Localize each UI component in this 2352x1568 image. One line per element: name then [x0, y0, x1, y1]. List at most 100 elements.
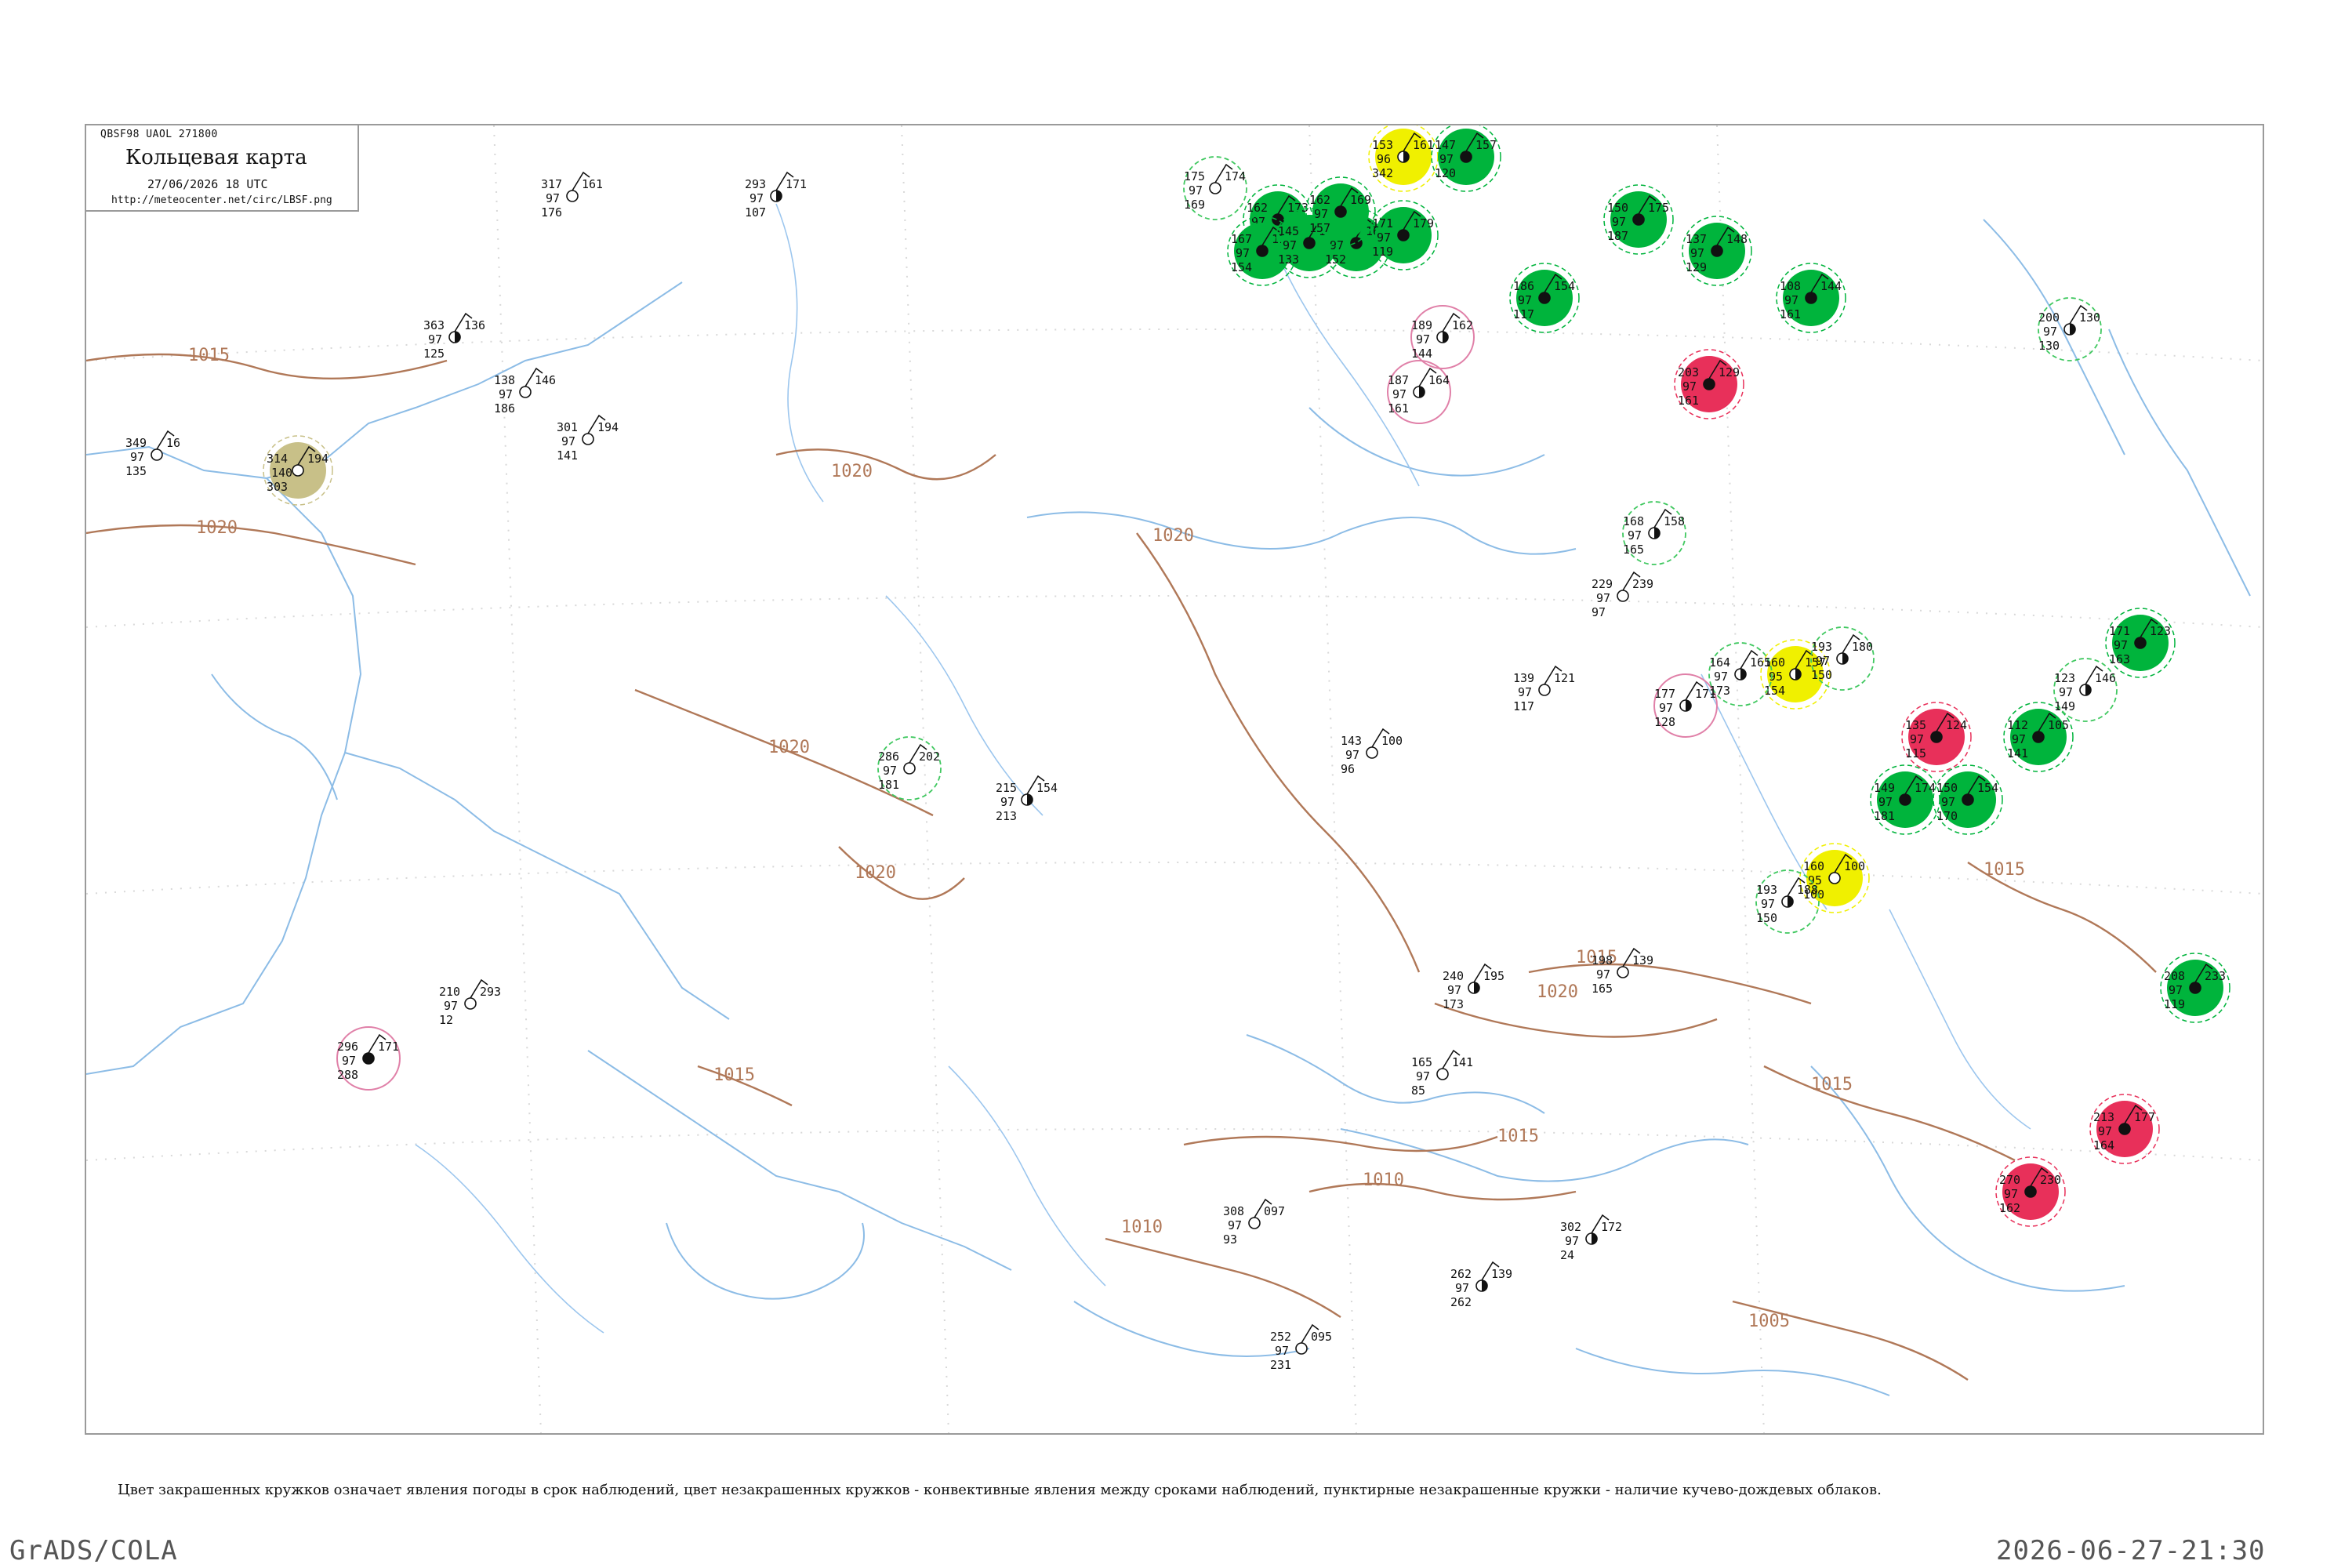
station-temperature: 162 [1309, 193, 1330, 207]
station-plot: 20897119 233 [2160, 953, 2230, 1023]
station-dewpoint: 97 [546, 191, 560, 205]
station-dewpoint: 97 [2169, 983, 2183, 997]
station-pressure: 176 [541, 205, 562, 220]
station-temperature: 175 [1184, 169, 1205, 183]
station-plot: 20097130130 [2038, 297, 2102, 361]
map-canvas: 1015 1020 1020 1020 1020 1020 1015 1015 1010 1015… [86, 125, 2263, 1433]
station-plot: 19397150 180 [1810, 626, 1875, 691]
station-pressure: 150 [1756, 911, 1777, 925]
station-plot: 3029724 172 [1560, 1214, 1622, 1262]
station-plot: 28697181 202 [877, 736, 942, 800]
isobar: 1010 [1308, 1171, 1577, 1201]
station-pressure: 288 [337, 1068, 358, 1082]
footer-grads-label: GrADS/COLA [9, 1535, 178, 1566]
cloud-cover-icon [1711, 245, 1723, 257]
station-temperature: 112 [2007, 718, 2028, 732]
station-temperature: 150 [1936, 781, 1958, 795]
cloud-cover-icon [2024, 1185, 2037, 1198]
cloud-cover-icon [151, 448, 163, 461]
station-dewpoint: 97 [1596, 967, 1610, 982]
station-temperature: 363 [423, 318, 445, 332]
station-pressure: 161 [1678, 394, 1699, 408]
station-dewpoint: 97 [2059, 685, 2073, 699]
station-tendency: 188 [1797, 883, 1818, 897]
isobar-label: 1020 [1152, 526, 1194, 546]
station-pressure: 128 [1654, 715, 1675, 729]
synoptic-map: 1015 1020 1020 1020 1020 1020 1015 1015 1010 1015… [85, 124, 2264, 1435]
isobar-label: 1010 [1121, 1218, 1163, 1237]
station-temperature: 189 [1411, 318, 1432, 332]
station-plot: 24097173 195 [1443, 963, 1504, 1011]
station-pressure: 181 [878, 778, 899, 792]
station-pressure: 169 [1184, 198, 1205, 212]
station-plot: 13597115 124 [1901, 702, 1972, 772]
station-temperature: 215 [996, 781, 1017, 795]
station-plot: 15396342 161 [1368, 125, 1439, 192]
station-pressure: 141 [557, 448, 578, 463]
station-dewpoint: 97 [1628, 528, 1642, 543]
cloud-cover-icon [582, 433, 594, 445]
cloud-cover-icon [1617, 966, 1629, 978]
cloud-cover-icon [1962, 793, 1974, 806]
station-temperature: 193 [1756, 883, 1777, 897]
station-tendency: 154 [1977, 781, 1998, 795]
cloud-cover-icon [1828, 872, 1841, 884]
station-dewpoint: 97 [1439, 152, 1454, 166]
station-dewpoint: 97 [1189, 183, 1203, 198]
station-dewpoint: 97 [444, 999, 458, 1013]
isobar: 1005 [1732, 1300, 1969, 1381]
station-pressure: 117 [1513, 307, 1534, 321]
station-temperature: 160 [1803, 859, 1824, 873]
station-temperature: 143 [1341, 734, 1362, 748]
station-temperature: 314 [267, 452, 288, 466]
station-temperature: 302 [1560, 1220, 1581, 1234]
station-tendency: 095 [1311, 1330, 1332, 1344]
station-dewpoint: 97 [1283, 238, 1297, 252]
station-dewpoint: 97 [1690, 246, 1704, 260]
station-dewpoint: 97 [1392, 387, 1406, 401]
station-temperature: 293 [745, 177, 766, 191]
station-dewpoint: 97 [2043, 325, 2057, 339]
isobar: 1015 [1967, 860, 2157, 973]
cloud-cover-icon [1256, 245, 1269, 257]
station-tendency: 139 [1491, 1267, 1512, 1281]
station-tendency: 136 [464, 318, 485, 332]
station-temperature: 147 [1435, 138, 1456, 152]
station-dewpoint: 97 [1659, 701, 1673, 715]
station-tendency: 194 [597, 420, 619, 434]
station-pressure: 149 [2054, 699, 2075, 713]
station-pressure: 120 [1435, 166, 1456, 180]
station-dewpoint: 97 [2114, 638, 2128, 652]
station-tendency: 180 [1852, 640, 1873, 654]
station-dewpoint: 97 [561, 434, 575, 448]
cloud-cover-icon [1538, 684, 1551, 696]
station-tendency: 169 [1350, 193, 1371, 207]
station-tendency: 165 [1750, 655, 1771, 670]
station-pressure: 107 [745, 205, 766, 220]
station-tendency: 146 [2095, 671, 2116, 685]
station-tendency: 239 [1632, 577, 1653, 591]
station-pressure: 85 [1411, 1083, 1425, 1098]
isobar-label: 1020 [196, 518, 238, 538]
cloud-cover-icon [1805, 292, 1817, 304]
map-url: http://meteocenter.net/circ/LBSF.png [111, 194, 332, 206]
station-temperature: 137 [1686, 232, 1707, 246]
station-plot: 30197141 194 [557, 414, 619, 463]
station-tendency: 139 [1632, 953, 1653, 967]
isobar-label: 1020 [831, 462, 873, 481]
station-plot: 17197119 179 [1368, 200, 1439, 270]
station-tendency: 123 [2150, 624, 2171, 638]
station-dewpoint: 97 [1612, 215, 1626, 229]
cloud-cover-icon [1460, 151, 1472, 163]
cloud-cover-icon [2189, 982, 2201, 994]
station-temperature: 162 [1247, 201, 1268, 215]
station-pressure: 135 [125, 464, 147, 478]
station-tendency: 171 [786, 177, 807, 191]
station-tendency: 195 [1483, 969, 1504, 983]
station-tendency: 171 [378, 1040, 399, 1054]
station-dewpoint: 97 [1447, 983, 1461, 997]
station-tendency: 097 [1264, 1204, 1285, 1218]
station-pressure: 161 [1388, 401, 1409, 416]
station-tendency: 100 [1844, 859, 1865, 873]
station-temperature: 270 [1999, 1173, 2020, 1187]
